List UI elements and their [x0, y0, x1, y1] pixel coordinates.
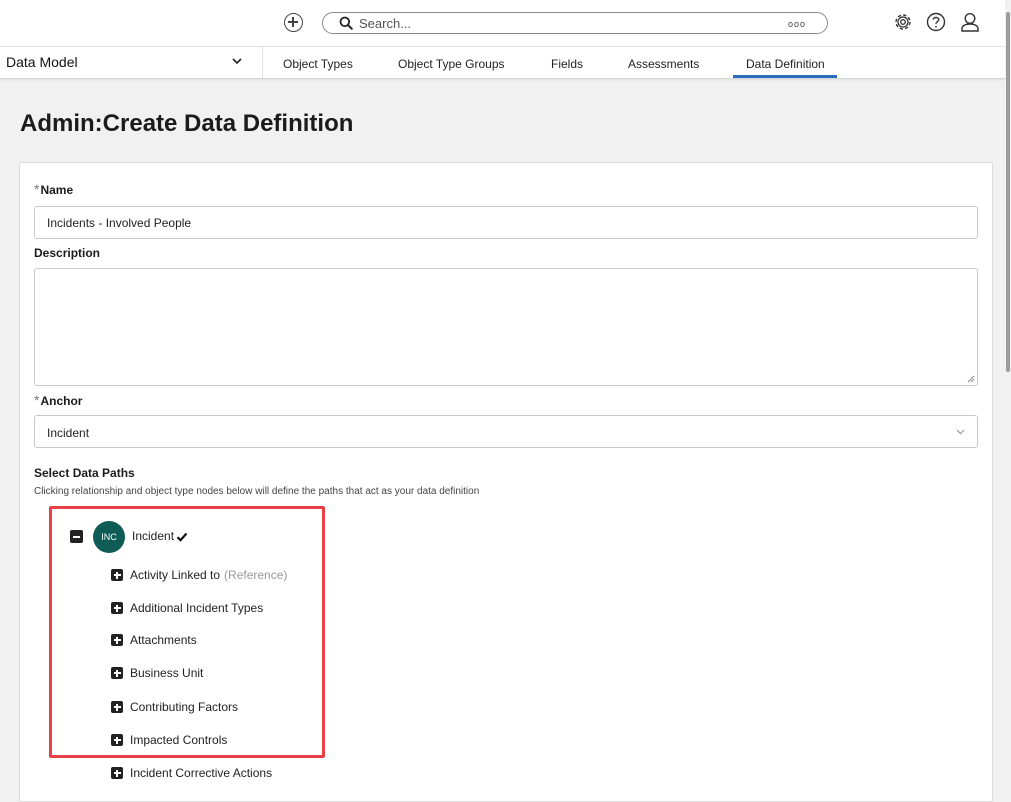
anchor-value: Incident — [47, 426, 90, 440]
plus-circle-icon[interactable] — [284, 13, 303, 32]
top-bar: Search... ooo — [0, 0, 1005, 46]
expand-icon[interactable] — [111, 734, 123, 746]
help-icon[interactable] — [925, 11, 947, 33]
tree-item-text: Activity Linked to — [130, 568, 221, 582]
scrollbar-thumb[interactable] — [1006, 12, 1010, 372]
gear-icon[interactable] — [892, 11, 914, 33]
search-icon — [339, 16, 353, 30]
page-title: Admin:Create Data Definition — [20, 110, 353, 138]
tab-fields[interactable]: Fields — [551, 57, 583, 71]
highlight-box — [49, 506, 325, 758]
name-label-text: Name — [40, 183, 74, 197]
tree-item-label: Business Unit — [130, 666, 204, 680]
tree-item-label: Additional Incident Types — [130, 601, 264, 615]
tree-item-label: Activity Linked to (Reference) — [130, 568, 287, 582]
search-options-button[interactable]: ooo — [788, 19, 806, 29]
tab-object-types[interactable]: Object Types — [283, 57, 353, 71]
expand-icon[interactable] — [111, 667, 123, 679]
search-placeholder: Search... — [359, 16, 412, 31]
expand-icon[interactable] — [111, 701, 123, 713]
search-input[interactable]: Search... ooo — [322, 12, 828, 34]
nav-bar: Data Model Object Types Object Type Grou… — [0, 47, 1005, 79]
tree-root-label[interactable]: Incident — [132, 529, 174, 543]
page-title-main: Create Data Definition — [102, 110, 354, 137]
collapse-icon[interactable] — [70, 530, 83, 543]
required-marker: * — [34, 392, 40, 408]
name-value: Incidents - Involved People — [47, 216, 192, 230]
reference-note: (Reference) — [224, 568, 288, 582]
expand-icon[interactable] — [111, 634, 123, 646]
active-tab-indicator — [733, 75, 837, 78]
tree-item-label: Impacted Controls — [130, 733, 228, 747]
chevron-down-icon — [956, 429, 965, 435]
description-label: Description — [34, 246, 101, 260]
tab-object-type-groups[interactable]: Object Type Groups — [398, 57, 505, 71]
select-data-paths-label: Select Data Paths — [34, 466, 135, 480]
resize-handle-icon[interactable] — [967, 375, 975, 383]
page-title-separator: : — [94, 110, 103, 137]
anchor-label: *Anchor — [34, 392, 82, 408]
tab-data-definition[interactable]: Data Definition — [746, 57, 825, 71]
object-type-badge[interactable]: INC — [93, 521, 125, 553]
required-marker: * — [34, 181, 40, 197]
expand-icon[interactable] — [111, 767, 123, 779]
tree-item-label: Attachments — [130, 633, 197, 647]
tab-assessments[interactable]: Assessments — [628, 57, 699, 71]
data-model-dropdown[interactable]: Data Model — [0, 47, 263, 78]
anchor-select[interactable]: Incident — [34, 415, 978, 448]
tree-item-label: Incident Corrective Actions — [130, 766, 273, 780]
expand-icon[interactable] — [111, 602, 123, 614]
tree-item-label: Contributing Factors — [130, 700, 239, 714]
page-scrollbar[interactable] — [1005, 0, 1011, 783]
anchor-label-text: Anchor — [40, 394, 83, 408]
page-title-prefix: Admin — [20, 110, 95, 137]
chevron-down-icon — [232, 58, 242, 65]
checkmark-icon — [176, 532, 188, 542]
name-label: *Name — [34, 181, 73, 197]
expand-icon[interactable] — [111, 569, 123, 581]
name-input[interactable]: Incidents - Involved People — [34, 206, 978, 239]
description-textarea[interactable] — [34, 268, 978, 386]
dropdown-label: Data Model — [6, 54, 78, 70]
select-data-paths-helper: Clicking relationship and object type no… — [34, 486, 480, 497]
user-icon[interactable] — [959, 11, 981, 33]
